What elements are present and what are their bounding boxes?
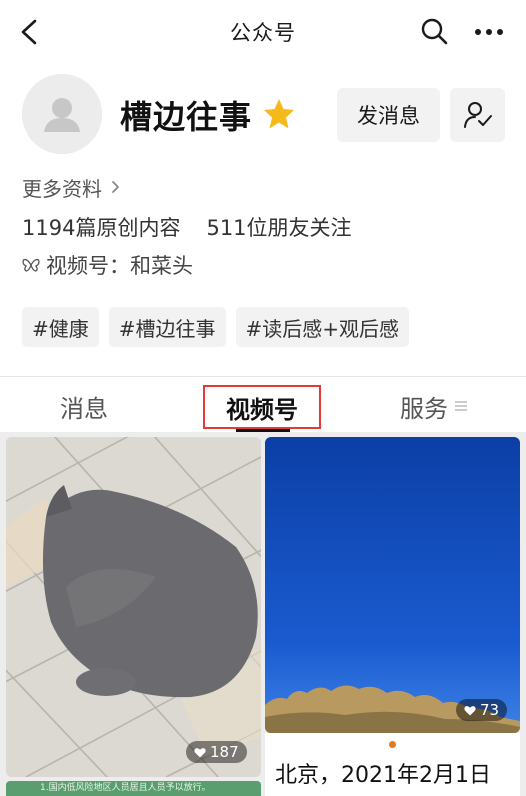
friends-following-count[interactable]: 511位朋友关注 <box>206 212 351 242</box>
more-info-link[interactable]: 更多资料 <box>22 174 120 201</box>
tag-caobian[interactable]: #槽边往事 <box>108 307 226 347</box>
account-name: 槽边往事 <box>120 98 253 136</box>
menu-lines-icon <box>455 401 467 411</box>
like-count: 187 <box>210 743 239 761</box>
send-message-button[interactable]: 发消息 <box>337 88 440 142</box>
tag-health[interactable]: #健康 <box>22 307 99 347</box>
sky-video-thumbnail <box>265 437 520 733</box>
more-info-label: 更多资料 <box>22 176 102 201</box>
tab-services[interactable]: 服务 <box>400 387 468 425</box>
heart-icon <box>194 747 206 757</box>
cat-video-thumbnail <box>6 437 261 777</box>
tab-messages[interactable]: 消息 <box>60 387 108 425</box>
tag-reviews[interactable]: #读后感+观后感 <box>235 307 410 347</box>
account-stats: 1194篇原创内容 511位朋友关注 <box>22 212 352 242</box>
tab-bar: 消息 视频号 服务 <box>0 376 526 432</box>
active-tab-indicator <box>236 429 290 432</box>
like-count: 73 <box>480 701 500 719</box>
like-count-badge: 187 <box>186 741 247 763</box>
profile-section: 槽边往事 发消息 更多资料 1194篇原创内容 511位朋友关注 视频号：和菜头… <box>0 64 526 376</box>
video-caption: 北京，2021年2月1日 <box>275 763 491 788</box>
page-indicator-dot <box>389 741 396 748</box>
tag-list: #健康 #槽边往事 #读后感+观后感 <box>22 307 410 347</box>
chevron-left-icon[interactable] <box>18 18 42 46</box>
video-card-cat[interactable] <box>6 437 261 777</box>
like-count-badge: 73 <box>456 699 508 721</box>
tab-services-label: 服务 <box>400 394 448 423</box>
default-avatar-icon <box>22 74 102 154</box>
video-caption-area[interactable]: 北京，2021年2月1日 <box>265 733 520 796</box>
person-check-icon <box>463 102 492 128</box>
follow-button[interactable] <box>450 88 505 142</box>
avatar[interactable] <box>22 74 102 154</box>
search-icon[interactable] <box>420 17 448 45</box>
preview-text: 1.国内低风险地区人员居且人员予以放行。 <box>40 783 211 793</box>
heart-icon <box>464 705 476 715</box>
page-title: 公众号 <box>230 21 296 45</box>
star-icon <box>264 99 294 129</box>
next-card-preview: 1.国内低风险地区人员居且人员予以放行。 <box>6 781 261 796</box>
video-card-sky[interactable] <box>265 437 520 733</box>
more-dots-icon[interactable] <box>474 24 504 40</box>
butterfly-icon <box>22 258 40 272</box>
top-bar: 公众号 <box>0 0 526 64</box>
video-channel-label: 视频号：和菜头 <box>46 254 193 278</box>
articles-count: 1194篇原创内容 <box>22 216 181 240</box>
video-channel-link[interactable]: 视频号：和菜头 <box>22 251 193 279</box>
tab-video-channel[interactable]: 视频号 <box>203 385 321 429</box>
chevron-right-icon <box>112 181 119 193</box>
